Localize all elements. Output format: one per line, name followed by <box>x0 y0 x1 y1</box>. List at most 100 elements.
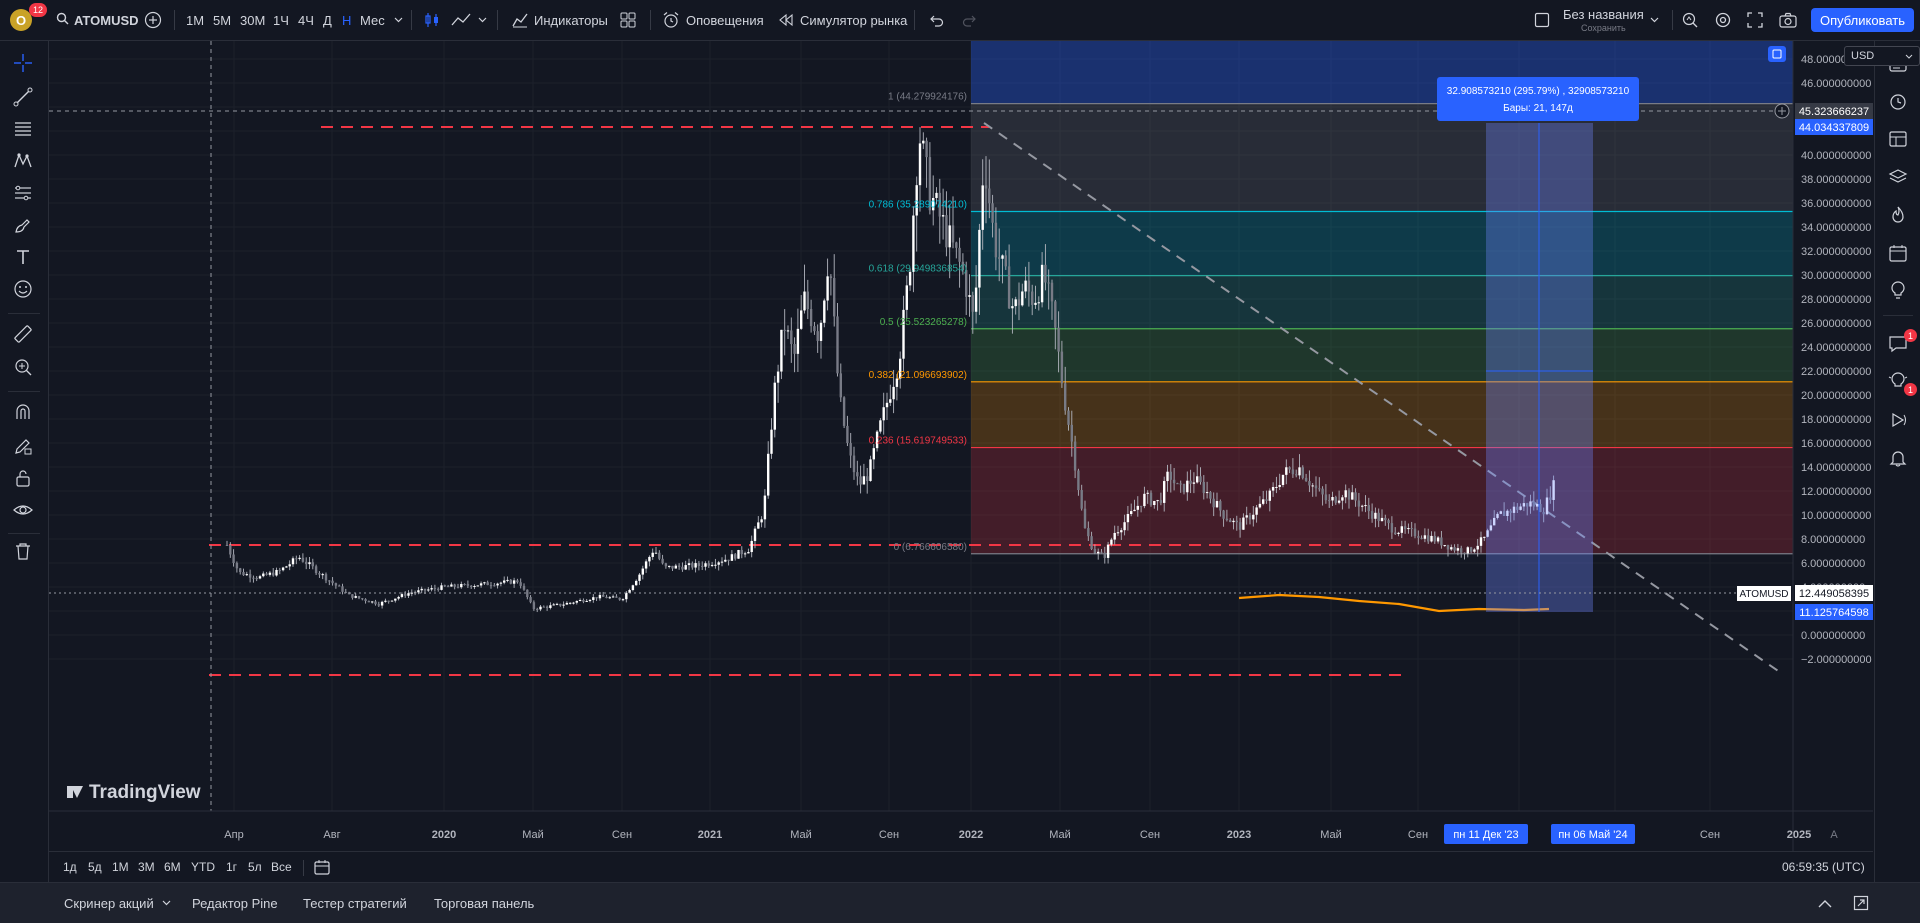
layout-name-button[interactable]: Без названия Сохранить <box>1563 7 1659 35</box>
candle-body <box>1146 492 1149 494</box>
candle-body <box>780 329 783 372</box>
hotlist-button[interactable] <box>1885 202 1911 228</box>
layout-toggle-checkbox[interactable] <box>1534 0 1550 40</box>
go-to-date-button[interactable] <box>313 852 331 882</box>
auto-scale-toggle[interactable]: A <box>1830 829 1838 841</box>
ideas-button[interactable] <box>1885 278 1911 304</box>
tab-trading-panel[interactable]: Торговая панель <box>434 883 534 923</box>
measure-line-1: 32.908573210 (295.79%) , 3290857321​0 <box>1447 86 1630 97</box>
candle-body <box>417 590 420 593</box>
tab-strategy-tester[interactable]: Тестер стратегий <box>303 883 407 923</box>
visibility-tool[interactable] <box>10 497 36 523</box>
candle-body <box>298 557 301 559</box>
publish-button[interactable]: Опубликовать <box>1811 8 1914 32</box>
redo-button[interactable] <box>962 0 978 40</box>
layout-dropdown[interactable] <box>1650 0 1659 40</box>
tab-pine-editor[interactable]: Редактор Pine <box>192 883 278 923</box>
broadcast-icon <box>1892 412 1906 428</box>
indicators-button[interactable]: Индикаторы <box>511 0 608 40</box>
candle-body <box>701 565 704 567</box>
range-3m[interactable]: 3М <box>138 852 155 882</box>
alerts-button[interactable]: Оповещения <box>662 0 764 40</box>
interval-month[interactable]: Мес <box>360 0 385 40</box>
tab-screener[interactable]: Скринер акций <box>64 883 171 923</box>
range-6m[interactable]: 6М <box>164 852 181 882</box>
measure-tool[interactable] <box>10 321 36 347</box>
maximize-panel-button[interactable] <box>1853 883 1869 923</box>
candle-body <box>506 579 509 581</box>
chevron-down-icon <box>1650 17 1659 23</box>
chart-type-button[interactable] <box>423 0 441 40</box>
fib-tool[interactable] <box>10 116 36 142</box>
draw-lock-tool[interactable] <box>10 433 36 459</box>
interval-4h[interactable]: 4Ч <box>298 0 314 40</box>
range-5d[interactable]: 5д <box>88 852 102 882</box>
alerts-label: Оповещения <box>686 12 764 28</box>
interval-5m[interactable]: 5М <box>213 0 231 40</box>
range-1y[interactable]: 1г <box>226 852 237 882</box>
forecast-tool[interactable] <box>10 180 36 206</box>
range-all[interactable]: Все <box>271 852 292 882</box>
range-1m[interactable]: 1М <box>112 852 129 882</box>
lock-tool[interactable] <box>10 465 36 491</box>
object-tree-button[interactable] <box>1885 164 1911 190</box>
quick-search-button[interactable] <box>1681 0 1699 40</box>
candle-body <box>1466 547 1469 554</box>
add-alert-plus-icon[interactable] <box>1774 103 1790 119</box>
crosshair-tool[interactable] <box>10 50 36 76</box>
candle-body <box>773 382 776 430</box>
interval-week[interactable]: Н <box>342 0 351 40</box>
settings-button[interactable] <box>1714 0 1732 40</box>
templates-button[interactable] <box>620 0 636 40</box>
auto-scale-button[interactable] <box>1768 46 1786 62</box>
candle-body <box>1166 471 1169 482</box>
alerts-panel-button[interactable] <box>1885 88 1911 114</box>
brush-tool[interactable] <box>10 212 36 238</box>
candle-body <box>232 554 235 564</box>
emoji-tool[interactable] <box>10 276 36 302</box>
zoom-tool[interactable] <box>10 354 36 380</box>
magnet-tool[interactable] <box>10 399 36 425</box>
snapshot-button[interactable] <box>1779 0 1797 40</box>
timezone-clock[interactable]: 06:59:35 (UTC) <box>1782 852 1865 882</box>
collapse-panel-button[interactable] <box>1818 883 1832 923</box>
interval-dropdown[interactable] <box>394 0 403 40</box>
calendar-button[interactable] <box>1885 240 1911 266</box>
divider <box>8 391 40 392</box>
fullscreen-button[interactable] <box>1747 0 1763 40</box>
trend-line-tool[interactable] <box>10 84 36 110</box>
streams-button[interactable] <box>1885 407 1911 433</box>
candle-body <box>651 552 654 557</box>
text-tool[interactable] <box>10 244 36 270</box>
price-tick: 46.000000000 <box>1801 78 1871 90</box>
interval-1m[interactable]: 1М <box>186 0 204 40</box>
candle-body <box>321 574 324 576</box>
range-5y[interactable]: 5л <box>248 852 262 882</box>
range-1d[interactable]: 1д <box>63 852 77 882</box>
undo-button[interactable] <box>928 0 944 40</box>
interval-1h[interactable]: 1Ч <box>273 0 289 40</box>
price-chart[interactable]: 1 (44.279924176) 0.786 (35.289074210) 0.61… <box>49 41 1873 851</box>
interval-day[interactable]: Д <box>323 0 332 40</box>
candle-body <box>367 601 371 603</box>
symbol-search[interactable]: ATOMUSD <box>56 0 139 40</box>
candle-body <box>427 589 430 591</box>
candle-body <box>707 563 710 566</box>
pattern-tool[interactable] <box>10 148 36 174</box>
chart-area[interactable]: 1 (44.279924176) 0.786 (35.289074210) 0.61… <box>49 41 1920 851</box>
currency-selector[interactable]: USD <box>1844 46 1920 66</box>
alerts-bell-button[interactable] <box>1885 445 1911 471</box>
replay-button[interactable]: Симулятор рынка <box>778 0 907 40</box>
candle-body <box>1364 505 1367 507</box>
line-tool-button[interactable] <box>450 0 472 40</box>
data-window-button[interactable] <box>1885 126 1911 152</box>
candle-body <box>800 310 803 329</box>
candle-body <box>833 278 836 317</box>
compare-add-button[interactable] <box>144 0 162 40</box>
remove-drawings-tool[interactable] <box>10 538 36 564</box>
range-ytd[interactable]: YTD <box>191 852 215 882</box>
fib-retracement[interactable] <box>971 41 1793 555</box>
interval-30m[interactable]: 30М <box>240 0 265 40</box>
price-tick: 28.000000000 <box>1801 294 1871 306</box>
chart-type-dropdown[interactable] <box>478 0 487 40</box>
